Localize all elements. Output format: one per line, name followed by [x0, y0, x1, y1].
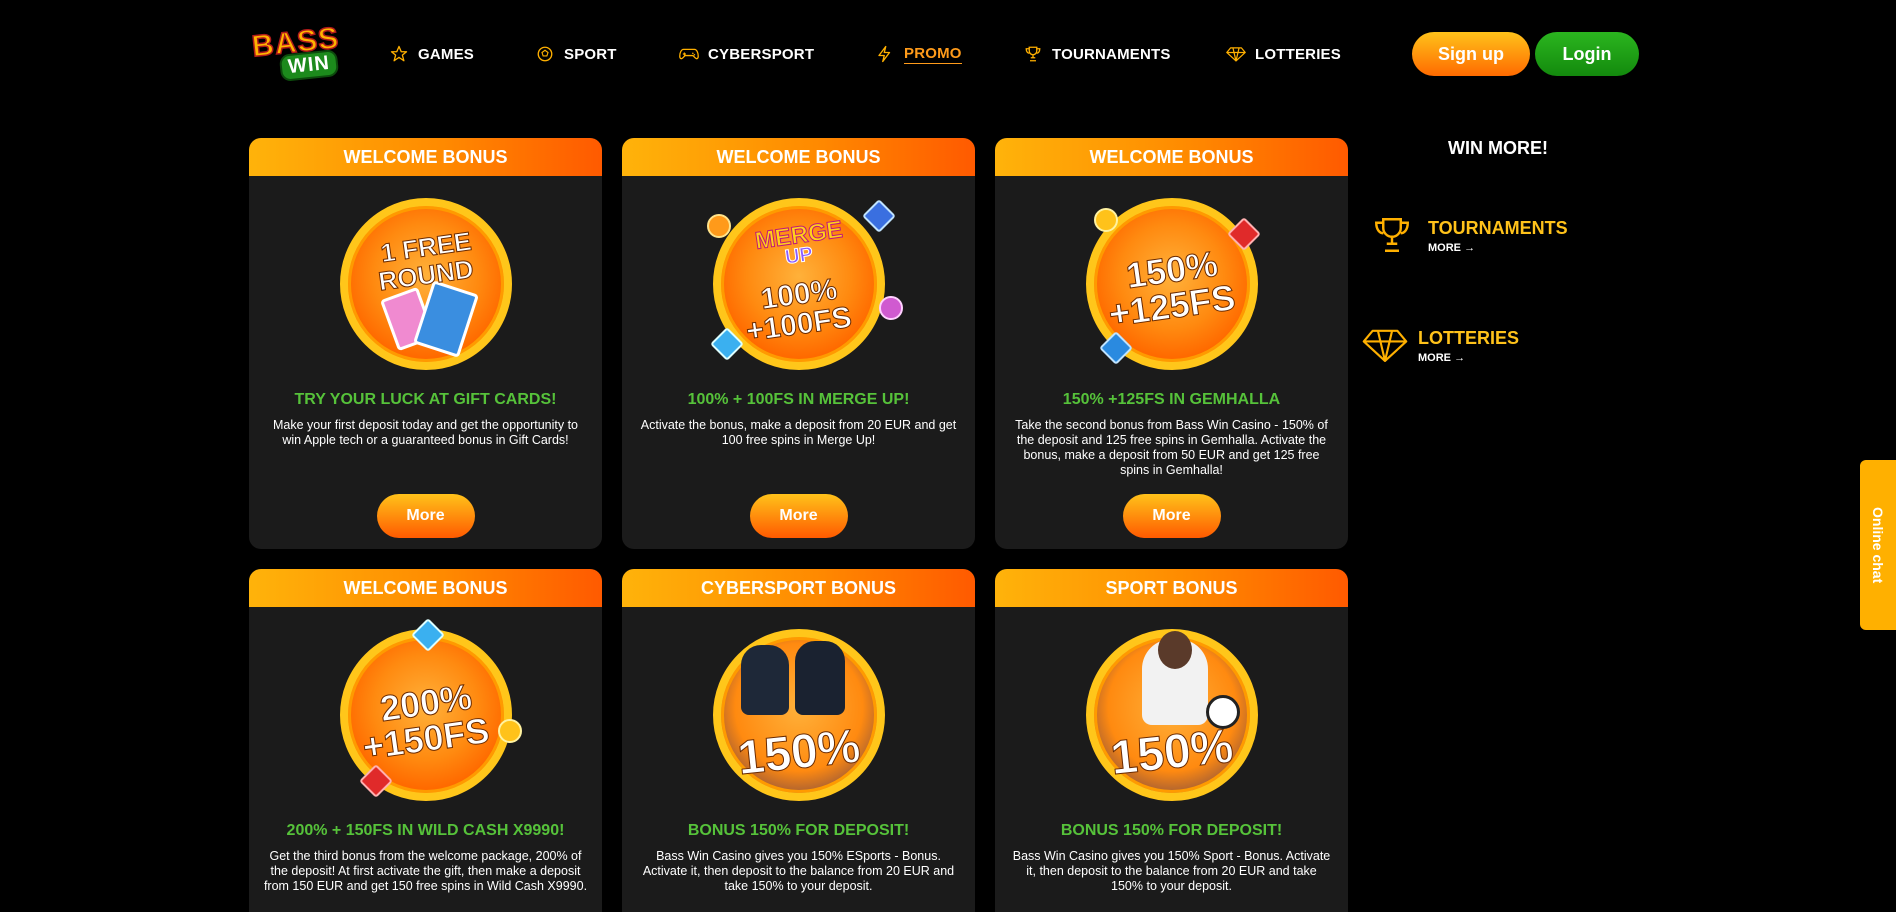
- sidebar-more-link[interactable]: MORE →: [1418, 352, 1465, 364]
- star-icon: [388, 43, 410, 65]
- promo-card: WELCOME BONUS MERGE UP 100% +100FS 100% …: [622, 138, 975, 549]
- sport-medal: 150%: [1085, 629, 1258, 801]
- card-header: CYBERSPORT BONUS: [622, 569, 975, 607]
- nav-label: SPORT: [564, 45, 617, 63]
- nav-lotteries[interactable]: LOTTERIES: [1225, 40, 1341, 68]
- card-description: Bass Win Casino gives you 150% ESports -…: [642, 849, 955, 893]
- trophy-icon: [1022, 43, 1044, 65]
- card-title: BONUS 150% FOR DEPOSIT!: [1060, 822, 1283, 839]
- nav-label: LOTTERIES: [1255, 45, 1341, 63]
- card-header: SPORT BONUS: [995, 569, 1348, 607]
- signup-button[interactable]: Sign up: [1412, 32, 1530, 76]
- online-chat-label: Online chat: [1870, 506, 1886, 584]
- nav-label: PROMO: [904, 44, 962, 64]
- card-description: Activate the bonus, make a deposit from …: [640, 418, 957, 447]
- bass-win-logo[interactable]: BASS WIN: [250, 21, 360, 82]
- nav-label: TOURNAMENTS: [1052, 45, 1171, 63]
- nav-label: GAMES: [418, 45, 475, 63]
- soccer-ball-icon: [534, 43, 556, 65]
- card-header: WELCOME BONUS: [622, 138, 975, 176]
- card-description: Take the second bonus from Bass Win Casi…: [1015, 418, 1328, 477]
- gemhalla-medal: 150% +125FS: [1085, 198, 1261, 370]
- nav-games[interactable]: GAMES: [388, 40, 474, 68]
- card-header: WELCOME BONUS: [249, 569, 602, 607]
- arrow-right-icon: →: [1454, 352, 1466, 364]
- nav-promo[interactable]: PROMO: [874, 40, 962, 68]
- nav-tournaments[interactable]: TOURNAMENTS: [1022, 40, 1171, 68]
- sidebar-item-label: LOTTERIES: [1418, 328, 1520, 348]
- card-title: 150% +125FS IN GEMHALLA: [1062, 391, 1281, 408]
- more-button[interactable]: More: [1122, 494, 1221, 538]
- promo-card: CYBERSPORT BONUS 150% BONUS 150% FOR DEP…: [622, 569, 975, 912]
- lightning-icon: [874, 43, 896, 65]
- card-description: Make your first deposit today and get th…: [272, 418, 579, 447]
- nav-cybersport[interactable]: CYBERSPORT: [678, 40, 814, 68]
- more-link-label: MORE: [1418, 352, 1451, 364]
- online-chat-tab[interactable]: Online chat: [1860, 460, 1896, 630]
- card-title: BONUS 150% FOR DEPOSIT!: [687, 822, 910, 839]
- card-description: Bass Win Casino gives you 150% Sport - B…: [1012, 849, 1331, 893]
- win-more-title: WIN MORE!: [1448, 138, 1548, 158]
- promo-card: WELCOME BONUS 150% +125FS 150% +125FS IN…: [995, 138, 1348, 549]
- logo-word-bottom: WIN: [278, 49, 340, 82]
- promo-card: SPORT BONUS 150% BONUS 150% FOR DEPOSIT!…: [995, 569, 1348, 912]
- wild-cash-medal: 200% +150FS: [339, 618, 527, 801]
- more-button[interactable]: More: [749, 494, 848, 538]
- diamond-icon: [1362, 326, 1408, 369]
- card-header: WELCOME BONUS: [249, 138, 602, 176]
- arrow-right-icon: →: [1464, 242, 1476, 254]
- nav-label: CYBERSPORT: [708, 45, 815, 63]
- top-header: BASS WIN GAMES SPORT CYBERSPORT PROMO TO…: [0, 0, 1896, 106]
- trophy-icon: [1370, 214, 1414, 261]
- more-button[interactable]: More: [376, 494, 475, 538]
- gamepad-icon: [678, 43, 700, 65]
- card-title: 100% + 100FS IN MERGE UP!: [687, 391, 910, 408]
- merge-up-medal: MERGE UP 100% +100FS: [701, 198, 908, 370]
- card-title: TRY YOUR LUCK AT GIFT CARDS!: [294, 391, 557, 408]
- sidebar-item-label: TOURNAMENTS: [1428, 218, 1568, 238]
- free-round-medal: 1 FREE ROUND: [339, 198, 512, 370]
- promo-card: WELCOME BONUS 1 FREE ROUND TRY YOUR LUCK…: [249, 138, 602, 549]
- art-text: 150%: [1107, 719, 1236, 786]
- card-description: Get the third bonus from the welcome pac…: [263, 849, 588, 893]
- card-title: 200% + 150FS IN WILD CASH X9990!: [286, 822, 565, 839]
- promo-card: WELCOME BONUS 200% +150FS 200% + 150FS I…: [249, 569, 602, 912]
- more-link-label: MORE: [1428, 242, 1461, 254]
- diamond-icon: [1225, 43, 1247, 65]
- cybersport-medal: 150%: [712, 629, 885, 801]
- art-text: 150%: [734, 719, 863, 786]
- card-header: WELCOME BONUS: [995, 138, 1348, 176]
- nav-sport[interactable]: SPORT: [534, 40, 617, 68]
- login-button[interactable]: Login: [1535, 32, 1639, 76]
- sidebar-more-link[interactable]: MORE →: [1428, 242, 1475, 254]
